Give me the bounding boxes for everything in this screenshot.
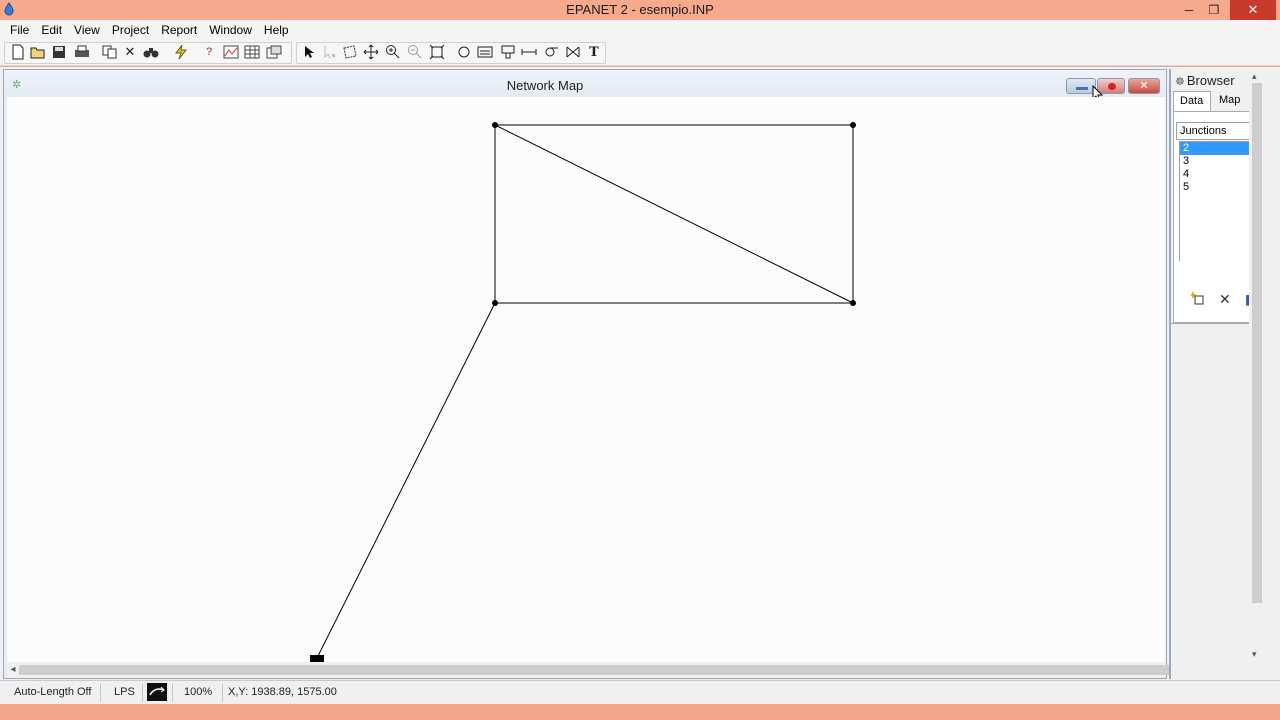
copy-icon[interactable] — [101, 43, 119, 61]
run-icon[interactable] — [172, 43, 190, 61]
network-map-canvas[interactable] — [7, 97, 1165, 662]
map-horizontal-scrollbar[interactable]: ◂ ▸ — [7, 662, 1248, 678]
junction-icon[interactable] — [455, 43, 473, 61]
graph-icon[interactable] — [222, 43, 240, 61]
menu-help[interactable]: Help — [258, 23, 295, 37]
add-object-icon[interactable] — [1190, 291, 1205, 308]
auto-length-status[interactable]: Auto-Length Off — [14, 685, 91, 701]
window-title: EPANET 2 - esempio.INP — [566, 2, 714, 17]
status-separator — [100, 684, 101, 702]
object-list[interactable]: 2 3 4 5 — [1179, 141, 1251, 261]
scroll-up-icon[interactable]: ▴ — [1252, 71, 1257, 82]
run-status-icon — [147, 683, 167, 701]
find-icon[interactable] — [142, 43, 160, 61]
toolbar: ✕ ? T — [0, 40, 1280, 66]
reservoir-icon[interactable] — [476, 43, 494, 61]
status-separator — [222, 684, 223, 702]
pipe-link[interactable] — [316, 302, 496, 659]
status-separator — [172, 684, 173, 702]
network-map-window: ✲ Network Map ✕ ◂ ▸ — [3, 69, 1248, 679]
vertical-scrollbar[interactable]: ▴ ▾ — [1249, 69, 1265, 663]
query-icon[interactable]: ? — [200, 43, 218, 61]
tab-map[interactable]: Map — [1213, 91, 1253, 111]
network-map-title: Network Map — [506, 78, 584, 93]
browser-actions: ✕ ▮ — [1190, 291, 1252, 308]
browser-title-text: Browser — [1186, 73, 1235, 88]
new-icon[interactable] — [9, 43, 27, 61]
pan-icon[interactable] — [362, 43, 380, 61]
open-icon[interactable] — [29, 43, 47, 61]
zoom-in-icon[interactable] — [384, 43, 402, 61]
scrollbar-thumb[interactable] — [19, 665, 1199, 675]
list-item[interactable]: 4 — [1180, 168, 1251, 181]
menu-project[interactable]: Project — [106, 23, 155, 37]
map-close-button[interactable]: ✕ — [1128, 78, 1160, 94]
select-vertex-icon[interactable] — [321, 43, 339, 61]
junction-node[interactable] — [492, 122, 498, 128]
save-icon[interactable] — [50, 43, 68, 61]
browser-divider — [1171, 323, 1250, 325]
object-category-select[interactable]: Junctions — [1176, 122, 1250, 140]
zoom-out-icon[interactable] — [406, 43, 424, 61]
title-bar: EPANET 2 - esempio.INP ─ ❐ ✕ — [0, 0, 1280, 20]
junction-node[interactable] — [850, 300, 856, 306]
full-extent-icon[interactable] — [428, 43, 446, 61]
window-bottom-border — [0, 704, 1280, 720]
menu-window[interactable]: Window — [203, 23, 258, 37]
tank-icon[interactable] — [499, 43, 517, 61]
reservoir-node[interactable] — [310, 655, 324, 662]
options-icon[interactable] — [265, 43, 283, 61]
scroll-left-icon[interactable]: ◂ — [7, 664, 19, 675]
menu-bar: File Edit View Project Report Window Hel… — [0, 20, 1280, 40]
delete-icon[interactable]: ✕ — [121, 43, 139, 61]
status-separator — [142, 684, 143, 702]
label-icon[interactable]: T — [585, 43, 603, 61]
close-button[interactable]: ✕ — [1230, 0, 1276, 20]
tab-data[interactable]: Data — [1173, 91, 1211, 111]
menu-view[interactable]: View — [68, 23, 106, 37]
scroll-down-icon[interactable]: ▾ — [1252, 649, 1257, 660]
status-bar: Auto-Length Off LPS 100% X,Y: 1938.89, 1… — [0, 680, 1280, 704]
select-arrow-icon[interactable] — [300, 43, 318, 61]
menu-file[interactable]: File — [4, 23, 35, 37]
pump-icon[interactable] — [542, 43, 560, 61]
delete-object-icon[interactable]: ✕ — [1219, 291, 1231, 308]
table-icon[interactable] — [243, 43, 261, 61]
browser-icon: ☸ — [1175, 76, 1185, 88]
xy-coordinates-status: X,Y: 1938.89, 1575.00 — [228, 686, 337, 698]
network-diagram[interactable] — [7, 97, 1165, 662]
list-item[interactable]: 2 — [1180, 142, 1251, 155]
pipe-icon[interactable] — [520, 43, 538, 61]
maximize-button[interactable]: ❐ — [1202, 0, 1226, 20]
menu-report[interactable]: Report — [155, 23, 203, 37]
minimize-button[interactable]: ─ — [1176, 0, 1202, 20]
print-icon[interactable] — [73, 43, 91, 61]
list-item[interactable]: 3 — [1180, 155, 1251, 168]
network-map-titlebar[interactable]: ✲ Network Map ✕ — [4, 70, 1166, 102]
select-region-icon[interactable] — [341, 43, 359, 61]
list-item[interactable]: 5 — [1180, 181, 1251, 194]
zoom-level-status: 100% — [184, 686, 213, 698]
browser-title: ☸ Browser — [1175, 73, 1235, 88]
pipe-link[interactable] — [494, 124, 854, 304]
junction-node[interactable] — [850, 122, 856, 128]
menu-edit[interactable]: Edit — [35, 23, 68, 37]
valve-icon[interactable] — [564, 43, 582, 61]
flow-units-status: LPS — [114, 686, 135, 698]
vscroll-thumb[interactable] — [1252, 83, 1262, 603]
junction-node[interactable] — [492, 300, 498, 306]
